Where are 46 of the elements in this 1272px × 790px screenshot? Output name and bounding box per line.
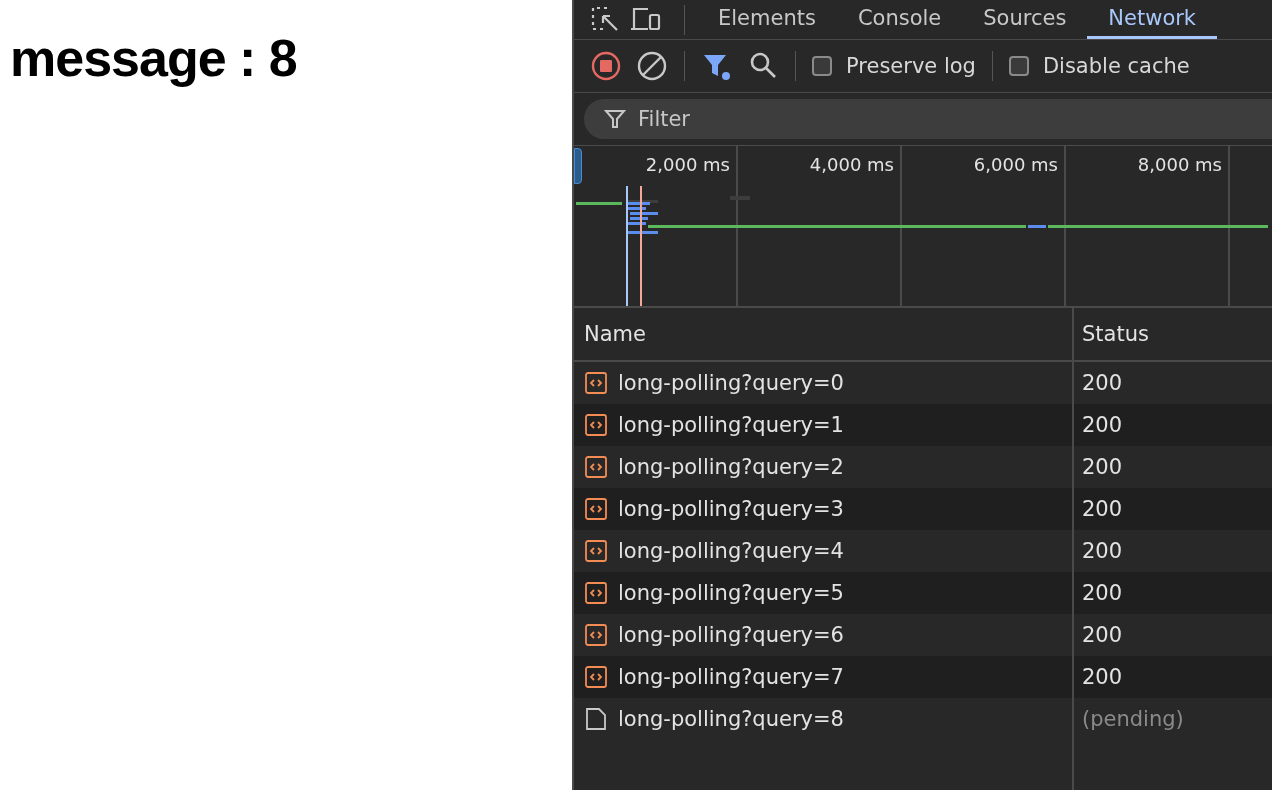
code-file-icon xyxy=(584,413,608,437)
status-text: 200 xyxy=(1082,413,1123,437)
request-name[interactable]: long-polling?query=4 xyxy=(618,539,844,563)
request-name[interactable]: long-polling?query=0 xyxy=(618,371,844,395)
time-tick-label: 8,000 ms xyxy=(1137,154,1222,177)
document-icon xyxy=(584,707,608,731)
request-name[interactable]: long-polling?query=7 xyxy=(618,665,844,689)
request-name[interactable]: long-polling?query=1 xyxy=(618,413,844,437)
panel-tab[interactable]: Network xyxy=(1087,0,1218,39)
status-text: 200 xyxy=(1082,455,1123,479)
filter-icon xyxy=(604,108,626,130)
status-text: (pending) xyxy=(1082,707,1184,731)
preserve-log-checkbox[interactable] xyxy=(812,56,832,76)
status-text: 200 xyxy=(1082,581,1123,605)
disable-cache-checkbox[interactable] xyxy=(1008,56,1029,76)
panel-tab[interactable]: Console xyxy=(836,0,963,39)
range-handle[interactable] xyxy=(574,148,582,184)
code-file-icon xyxy=(584,497,608,521)
code-file-icon xyxy=(584,539,608,563)
record-icon[interactable] xyxy=(590,50,622,82)
panel-tab[interactable]: Sources xyxy=(962,0,1088,39)
time-tick-label: 6,000 ms xyxy=(973,154,1058,177)
request-name[interactable]: long-polling?query=6 xyxy=(618,623,844,647)
disable-cache-label[interactable]: Disable cache xyxy=(1042,54,1190,78)
code-file-icon xyxy=(584,455,608,479)
time-tick-label: 2,000 ms xyxy=(645,154,730,177)
panel-tab[interactable]: Elements xyxy=(697,0,837,39)
column-header[interactable]: Status xyxy=(1074,308,1272,360)
request-name[interactable]: long-polling?query=8 xyxy=(618,707,844,731)
status-text: 200 xyxy=(1082,665,1123,689)
code-file-icon xyxy=(584,371,608,395)
status-text: 200 xyxy=(1082,371,1123,395)
code-file-icon xyxy=(584,623,608,647)
request-name[interactable]: long-polling?query=5 xyxy=(618,581,844,605)
clear-icon[interactable] xyxy=(636,50,668,82)
message-heading: message : 8 xyxy=(10,28,298,88)
code-file-icon xyxy=(584,665,608,689)
code-file-icon xyxy=(584,581,608,605)
request-name[interactable]: long-polling?query=2 xyxy=(618,455,844,479)
status-text: 200 xyxy=(1082,623,1123,647)
column-header[interactable]: Name xyxy=(574,308,1074,360)
status-text: 200 xyxy=(1082,497,1123,521)
preserve-log-label[interactable]: Preserve log xyxy=(846,54,976,78)
status-text: 200 xyxy=(1082,539,1123,563)
time-tick-label: 4,000 ms xyxy=(809,154,894,177)
request-name[interactable]: long-polling?query=3 xyxy=(618,497,844,521)
